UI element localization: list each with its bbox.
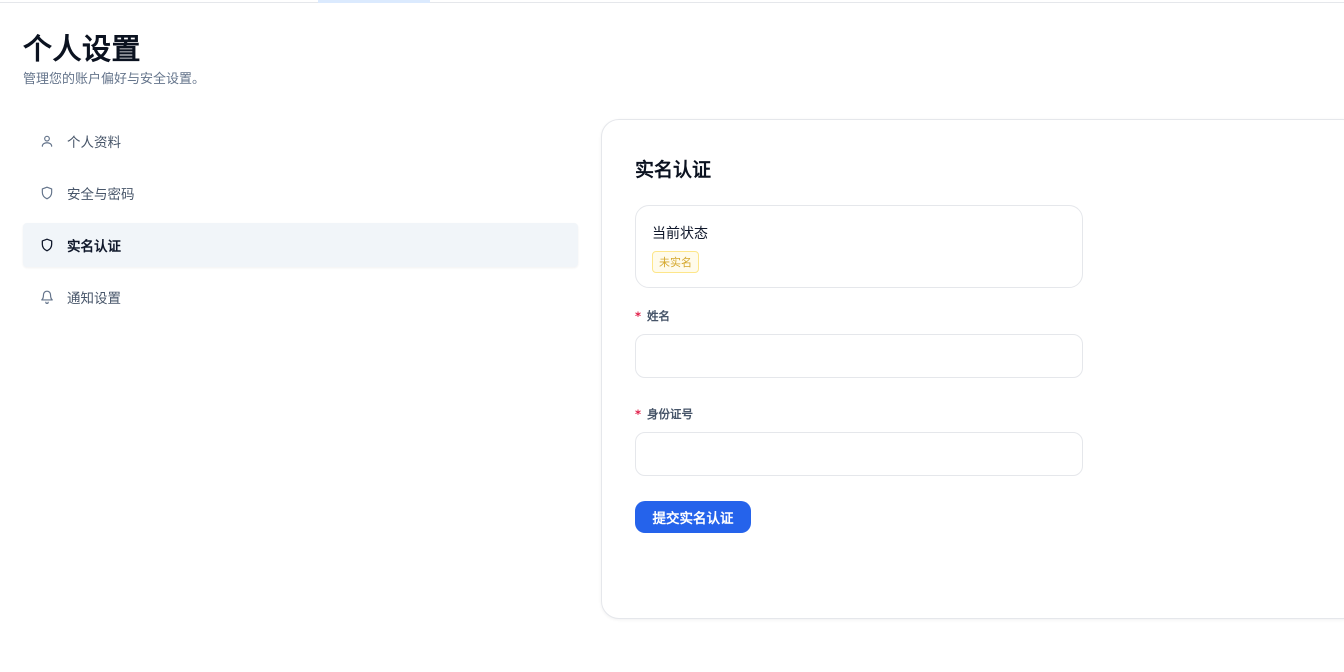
page-subtitle: 管理您的账户偏好与安全设置。: [23, 72, 206, 87]
name-field-label: * 姓名: [635, 308, 670, 324]
sidebar-item-label: 个人资料: [67, 135, 121, 151]
top-tab-strip: [0, 0, 1344, 3]
verification-card: 实名认证 当前状态 未实名 * 姓名 * 身份证号 提交实名认证: [601, 119, 1344, 619]
page-title: 个人设置: [23, 32, 142, 66]
status-badge: 未实名: [652, 251, 699, 273]
active-tab-indicator: [318, 0, 430, 3]
sidebar-item-security[interactable]: 安全与密码: [23, 171, 578, 215]
required-mark: *: [635, 309, 642, 323]
sidebar-item-verification[interactable]: 实名认证: [23, 223, 578, 267]
bell-icon: [40, 290, 54, 304]
name-input[interactable]: [635, 334, 1083, 378]
id-label-text: 身份证号: [647, 407, 694, 421]
sidebar-item-profile[interactable]: 个人资料: [23, 119, 578, 163]
sidebar-item-label: 实名认证: [67, 239, 121, 255]
required-mark: *: [635, 407, 642, 421]
name-label-text: 姓名: [647, 309, 671, 323]
user-icon: [40, 134, 54, 148]
settings-sidebar: 个人资料 安全与密码 实名认证 通知设置: [23, 119, 578, 327]
id-number-input[interactable]: [635, 432, 1083, 476]
sidebar-item-notifications[interactable]: 通知设置: [23, 275, 578, 319]
status-box: 当前状态 未实名: [635, 205, 1083, 288]
status-label: 当前状态: [652, 226, 708, 242]
id-field-label: * 身份证号: [635, 406, 693, 422]
shield-icon: [40, 238, 54, 252]
card-title: 实名认证: [635, 159, 712, 181]
sidebar-item-label: 通知设置: [67, 291, 121, 307]
sidebar-item-label: 安全与密码: [67, 187, 135, 203]
submit-verification-button[interactable]: 提交实名认证: [635, 501, 751, 533]
shield-icon: [40, 186, 54, 200]
